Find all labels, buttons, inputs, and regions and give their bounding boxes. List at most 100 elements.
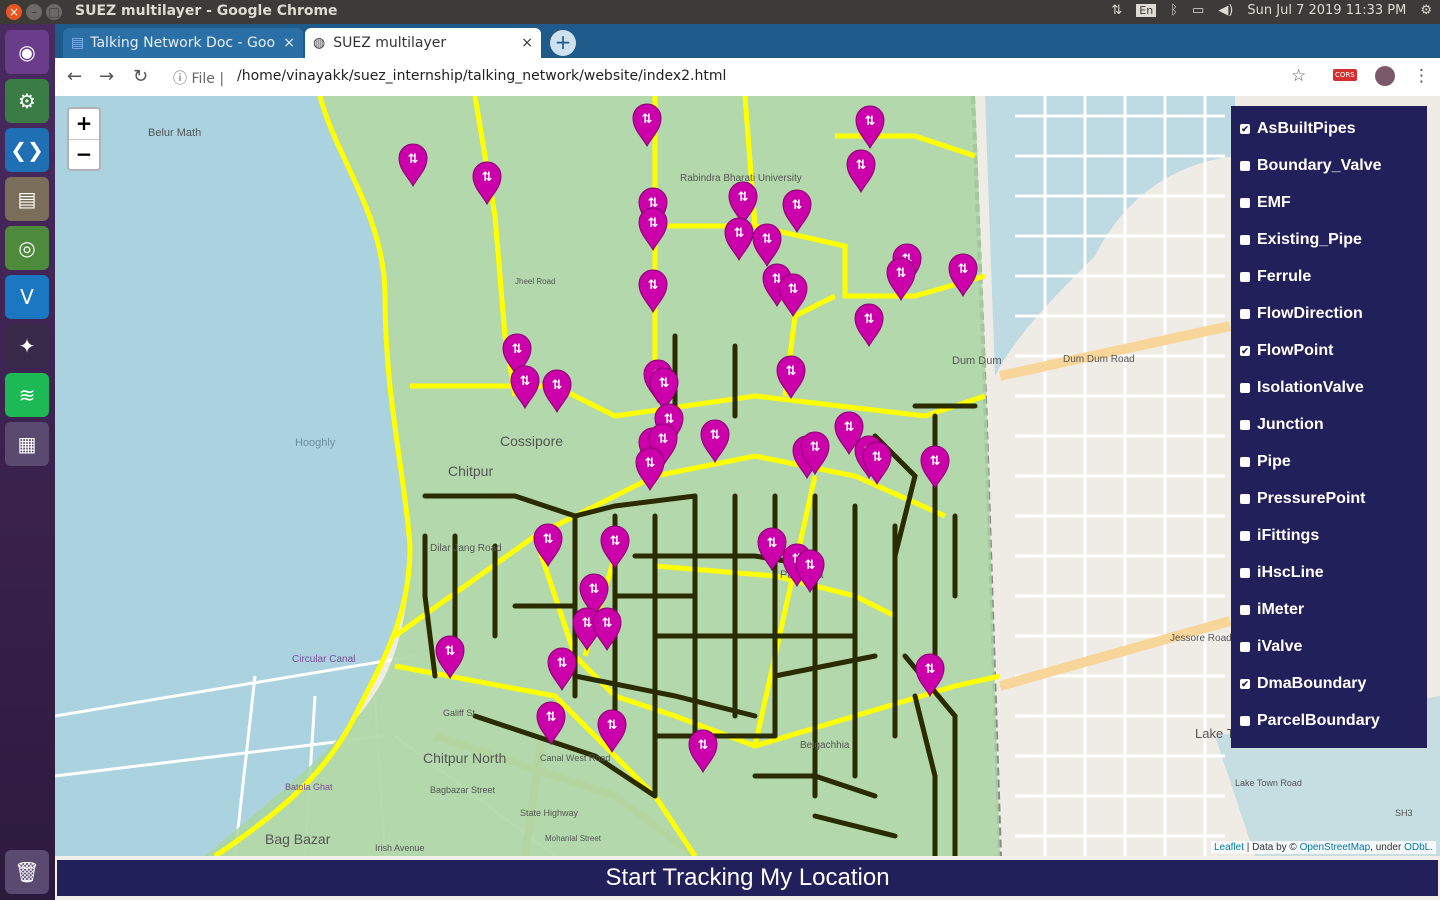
layer-checkbox[interactable] bbox=[1240, 234, 1250, 245]
svg-text:⇅: ⇅ bbox=[896, 266, 907, 281]
layer-checkbox[interactable]: ✔ bbox=[1240, 345, 1250, 356]
layer-checkbox[interactable] bbox=[1240, 382, 1250, 393]
svg-text:⇅: ⇅ bbox=[648, 216, 659, 231]
layer-toggle-dmaboundary[interactable]: ✔ DmaBoundary bbox=[1231, 665, 1427, 702]
svg-text:⇅: ⇅ bbox=[607, 718, 618, 733]
map-label: Batola Ghat bbox=[285, 782, 333, 792]
map-label: State Highway bbox=[520, 808, 579, 818]
chrome-icon[interactable]: ◎ bbox=[5, 226, 49, 270]
map-label: Belgachhia bbox=[800, 740, 850, 751]
layer-checkbox[interactable] bbox=[1240, 604, 1250, 615]
layer-toggle-ivalve[interactable]: iValve bbox=[1231, 628, 1427, 665]
layer-toggle-flowpoint[interactable]: ✔ FlowPoint bbox=[1231, 332, 1427, 369]
zoom-out-button[interactable]: − bbox=[69, 140, 99, 170]
tab-label: Talking Network Doc - Goo bbox=[90, 35, 276, 51]
bookmark-star-icon[interactable]: ☆ bbox=[1291, 66, 1306, 86]
layer-checkbox[interactable]: ✔ bbox=[1240, 678, 1250, 689]
layer-label: PressurePoint bbox=[1257, 489, 1366, 507]
svg-text:⇅: ⇅ bbox=[546, 710, 557, 725]
tab-close-icon[interactable]: × bbox=[283, 35, 295, 51]
layer-toggle-existing-pipe[interactable]: Existing_Pipe bbox=[1231, 221, 1427, 258]
layer-toggle-pressurepoint[interactable]: PressurePoint bbox=[1231, 480, 1427, 517]
address-bar[interactable]: /home/vinayakk/suez_internship/talking_n… bbox=[237, 68, 726, 84]
keyboard-language-indicator[interactable]: En bbox=[1136, 4, 1157, 17]
forward-icon[interactable]: → bbox=[99, 66, 114, 87]
reload-icon[interactable]: ↻ bbox=[133, 66, 148, 87]
window-maximize-button[interactable]: □ bbox=[46, 4, 62, 20]
svg-text:⇅: ⇅ bbox=[767, 536, 778, 551]
new-tab-button[interactable]: + bbox=[550, 30, 576, 56]
svg-text:⇅: ⇅ bbox=[734, 226, 745, 241]
back-icon[interactable]: ← bbox=[67, 66, 82, 87]
tab-close-icon[interactable]: × bbox=[521, 35, 533, 51]
layer-toggle-asbuiltpipes[interactable]: ✔ AsBuiltPipes bbox=[1231, 110, 1427, 147]
map-label: Galiff St bbox=[443, 708, 475, 718]
osm-link[interactable]: OpenStreetMap bbox=[1300, 842, 1371, 853]
layer-checkbox[interactable] bbox=[1240, 419, 1250, 430]
workspace-switcher-icon[interactable]: ▦ bbox=[5, 422, 49, 466]
layer-toggle-ferrule[interactable]: Ferrule bbox=[1231, 258, 1427, 295]
ubuntu-launcher: ◉ ⚙ ❮❯ ▤ ◎ V ✦ ≋ ▦ 🗑 bbox=[0, 24, 55, 900]
menu-kebab-icon[interactable]: ⋮ bbox=[1413, 66, 1430, 86]
settings-gear-icon[interactable]: ⚙ bbox=[1420, 3, 1432, 18]
files-icon[interactable]: ▤ bbox=[5, 177, 49, 221]
layer-toggle-emf[interactable]: EMF bbox=[1231, 184, 1427, 221]
map-label: Lake Town Road bbox=[1235, 778, 1302, 788]
battery-icon[interactable]: ▭ bbox=[1192, 3, 1204, 18]
network-icon[interactable]: ⇅ bbox=[1111, 3, 1122, 18]
map-view[interactable]: Belur Math Rabindra Bharati University C… bbox=[55, 96, 1440, 856]
layer-checkbox[interactable] bbox=[1240, 493, 1250, 504]
map-label: Jessore Road bbox=[1170, 633, 1232, 644]
cors-extension-icon[interactable]: CORS bbox=[1333, 69, 1357, 81]
vnc-viewer-icon[interactable]: V bbox=[5, 275, 49, 319]
odbl-link[interactable]: ODbL. bbox=[1404, 842, 1433, 853]
network-tool-icon[interactable]: ✦ bbox=[5, 324, 49, 368]
bluetooth-icon[interactable]: ᛒ bbox=[1170, 3, 1178, 18]
layer-toggle-ifittings[interactable]: iFittings bbox=[1231, 517, 1427, 554]
layer-checkbox[interactable] bbox=[1240, 641, 1250, 652]
window-minimize-button[interactable]: – bbox=[26, 4, 42, 20]
layer-checkbox[interactable] bbox=[1240, 197, 1250, 208]
ubuntu-dash-icon[interactable]: ◉ bbox=[5, 30, 49, 74]
spotify-icon[interactable]: ≋ bbox=[5, 373, 49, 417]
zoom-in-button[interactable]: + bbox=[69, 109, 99, 140]
layer-toggle-junction[interactable]: Junction bbox=[1231, 406, 1427, 443]
globe-icon: ◍ bbox=[313, 35, 326, 51]
vscode-icon[interactable]: ❮❯ bbox=[5, 128, 49, 172]
layer-checkbox[interactable] bbox=[1240, 715, 1250, 726]
layer-label: EMF bbox=[1257, 193, 1291, 211]
layer-checkbox[interactable] bbox=[1240, 308, 1250, 319]
svg-text:⇅: ⇅ bbox=[648, 278, 659, 293]
layer-checkbox[interactable]: ✔ bbox=[1240, 123, 1250, 134]
svg-text:⇅: ⇅ bbox=[642, 112, 653, 127]
leaflet-link[interactable]: Leaflet bbox=[1214, 842, 1244, 853]
layer-toggle-flowdirection[interactable]: FlowDirection bbox=[1231, 295, 1427, 332]
layer-checkbox[interactable] bbox=[1240, 567, 1250, 578]
profile-avatar[interactable] bbox=[1375, 66, 1395, 86]
svg-text:⇅: ⇅ bbox=[844, 420, 855, 435]
layer-toggle-ihscline[interactable]: iHscLine bbox=[1231, 554, 1427, 591]
android-studio-icon[interactable]: ⚙ bbox=[5, 79, 49, 123]
layer-checkbox[interactable] bbox=[1240, 271, 1250, 282]
map-label: Irish Avenue bbox=[375, 843, 424, 853]
site-info[interactable]: ⓘ File | bbox=[173, 68, 224, 88]
layer-label: Boundary_Valve bbox=[1257, 156, 1382, 174]
svg-text:⇅: ⇅ bbox=[520, 374, 531, 389]
clock[interactable]: Sun Jul 7 2019 11:33 PM bbox=[1247, 3, 1406, 18]
layer-toggle-boundary-valve[interactable]: Boundary_Valve bbox=[1231, 147, 1427, 184]
layer-toggle-pipe[interactable]: Pipe bbox=[1231, 443, 1427, 480]
layer-checkbox[interactable] bbox=[1240, 530, 1250, 541]
window-close-button[interactable]: × bbox=[6, 4, 22, 20]
volume-icon[interactable]: ◀) bbox=[1218, 3, 1233, 18]
map-label: Mohanlal Street bbox=[545, 834, 602, 843]
layer-toggle-isolationvalve[interactable]: IsolationValve bbox=[1231, 369, 1427, 406]
tab-talking-network-doc[interactable]: ▤ Talking Network Doc - Goo × bbox=[63, 28, 303, 58]
tab-suez-multilayer[interactable]: ◍ SUEZ multilayer × bbox=[305, 28, 541, 58]
start-tracking-button[interactable]: Start Tracking My Location bbox=[57, 860, 1438, 896]
layer-toggle-imeter[interactable]: iMeter bbox=[1231, 591, 1427, 628]
layer-checkbox[interactable] bbox=[1240, 160, 1250, 171]
layer-toggle-parcelboundary[interactable]: ParcelBoundary bbox=[1231, 702, 1427, 739]
svg-text:⇅: ⇅ bbox=[582, 616, 593, 631]
trash-icon[interactable]: 🗑 bbox=[5, 850, 49, 894]
layer-checkbox[interactable] bbox=[1240, 456, 1250, 467]
